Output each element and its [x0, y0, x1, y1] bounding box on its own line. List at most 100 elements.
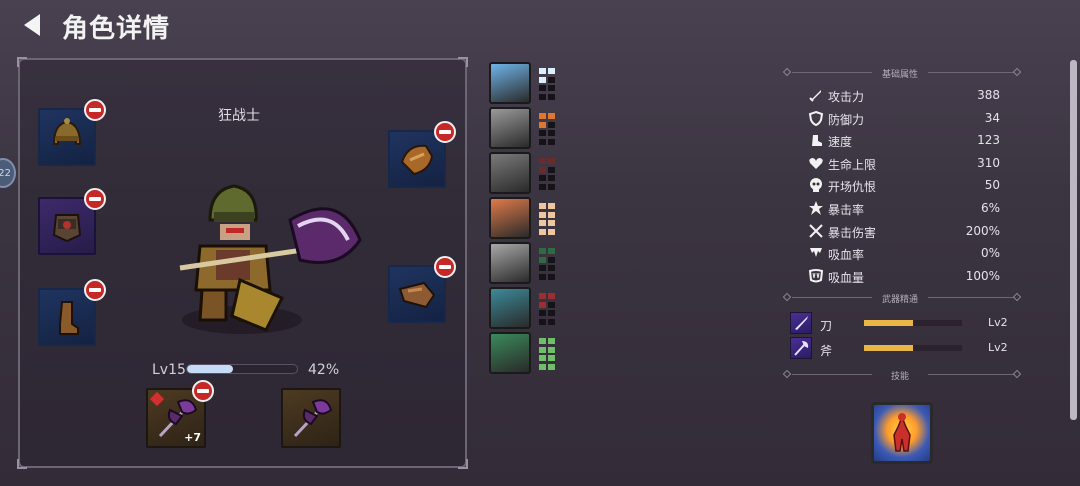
- mastery-blade-fill: [864, 320, 913, 326]
- team-member-1[interactable]: [489, 107, 569, 151]
- team-portraits: [489, 62, 569, 382]
- divider-line: [792, 72, 872, 73]
- stat-label: 速度: [828, 135, 853, 150]
- rank-pips: [539, 113, 555, 145]
- helmet-icon: [52, 118, 82, 145]
- divider-line: [928, 374, 1014, 375]
- stat-label: 生命上限: [828, 157, 877, 172]
- remove-helmet-button[interactable]: [84, 99, 106, 121]
- crit-burst-icon: [808, 200, 824, 216]
- team-member-0[interactable]: [489, 62, 569, 106]
- stat-label: 吸血率: [828, 248, 865, 263]
- stat-row: 生命上限 310: [808, 154, 1000, 174]
- stat-label: 吸血量: [828, 270, 865, 285]
- remove-boots-button[interactable]: [84, 279, 106, 301]
- divider-diamond: [1012, 369, 1022, 379]
- stat-value: 6%: [980, 201, 1000, 215]
- elf-portrait-icon: [489, 332, 531, 374]
- gauntlet-icon: [398, 281, 436, 309]
- stat-row: 防御力 34: [808, 109, 1000, 129]
- divider-diamond: [782, 67, 792, 77]
- fire-creature-portrait-icon: [489, 197, 531, 239]
- remove-shoulder-button[interactable]: [434, 121, 456, 143]
- sword-icon: [808, 87, 824, 103]
- winged-emblem-icon: [489, 62, 531, 104]
- divider-line: [928, 72, 1014, 73]
- side-tab[interactable]: 22: [0, 158, 16, 188]
- divider-line: [928, 297, 1014, 298]
- team-member-2[interactable]: [489, 152, 569, 196]
- stat-value: 200%: [965, 223, 1000, 238]
- scrollbar[interactable]: [1070, 60, 1077, 420]
- skull-icon: [808, 177, 824, 193]
- mastery-section-title: 武器精通: [881, 295, 918, 305]
- mastery-blade-level: Lv2: [988, 316, 1008, 329]
- rank-pips: [539, 338, 555, 370]
- weapon-slot-secondary[interactable]: [281, 388, 341, 448]
- team-member-3[interactable]: [489, 197, 569, 241]
- mastery-axe-level: Lv2: [988, 341, 1008, 354]
- boot-speed-icon: [808, 132, 824, 148]
- back-button[interactable]: [20, 12, 44, 38]
- fangs-icon: [808, 268, 824, 284]
- mastery-blade-label: 刀: [820, 319, 833, 333]
- mastery-axe-label: 斧: [820, 344, 833, 358]
- remove-gauntlet-button[interactable]: [434, 256, 456, 278]
- divider-line: [792, 297, 872, 298]
- rank-pips: [539, 248, 555, 280]
- team-member-4[interactable]: [489, 242, 569, 286]
- divider-line: [792, 374, 872, 375]
- weapon-enhance-level: +7: [184, 431, 201, 444]
- divider-diamond: [782, 369, 792, 379]
- remove-armor-button[interactable]: [84, 188, 106, 210]
- armor-icon: [52, 214, 82, 243]
- demon-portrait-icon: [489, 152, 531, 194]
- exp-bar-fill: [187, 365, 234, 373]
- stat-value: 100%: [965, 268, 1000, 283]
- blade-icon: [795, 316, 808, 330]
- stat-row: 开场仇恨 50: [808, 176, 1000, 196]
- battle-axe-icon: [293, 399, 333, 438]
- skill-slot[interactable]: [871, 402, 933, 464]
- skeleton-portrait-icon: [489, 107, 531, 149]
- stat-label: 开场仇恨: [828, 180, 877, 195]
- mastery-axe-fill: [864, 345, 913, 351]
- page-title: 角色详情: [62, 14, 171, 44]
- shoulder-guard-icon: [400, 144, 434, 176]
- character-sprite: [170, 150, 370, 340]
- heart-icon: [808, 155, 824, 171]
- shield-icon: [808, 110, 824, 126]
- divider-diamond: [1012, 67, 1022, 77]
- stat-value: 34: [984, 110, 1000, 125]
- remove-weapon-button[interactable]: [192, 380, 214, 402]
- mastery-axe-bar: [864, 345, 962, 351]
- rank-pips: [539, 293, 555, 325]
- stat-label: 暴击伤害: [828, 225, 877, 240]
- stat-label: 攻击力: [828, 90, 865, 104]
- rank-pips: [539, 68, 555, 100]
- axe-icon: [794, 341, 809, 356]
- skills-section-title: 技能: [890, 372, 909, 382]
- back-arrow-icon: [24, 14, 40, 36]
- stat-row: 暴击率 6%: [808, 199, 1000, 219]
- stat-value: 123: [977, 133, 1000, 148]
- rank-pips: [539, 158, 555, 190]
- divider-diamond: [1012, 292, 1022, 302]
- character-name: 狂战士: [218, 108, 260, 124]
- fang-drip-icon: [808, 245, 824, 261]
- rage-aura-skill-icon: [893, 413, 911, 452]
- warrior-portrait-icon: [489, 287, 531, 329]
- boots-icon: [59, 301, 79, 335]
- mastery-axe-button[interactable]: [790, 337, 812, 359]
- stat-row: 攻击力 388: [808, 86, 1000, 106]
- exp-percent: 42%: [308, 362, 340, 378]
- team-member-6[interactable]: [489, 332, 569, 376]
- stat-value: 0%: [980, 246, 1000, 261]
- team-member-5[interactable]: [489, 287, 569, 331]
- mastery-blade-button[interactable]: [790, 312, 812, 334]
- stat-label: 暴击率: [828, 203, 865, 217]
- stat-row: 吸血量 100%: [808, 267, 1000, 287]
- stat-row: 速度 123: [808, 131, 1000, 151]
- level-label: Lv15: [152, 362, 186, 378]
- crossed-swords-icon: [808, 223, 824, 239]
